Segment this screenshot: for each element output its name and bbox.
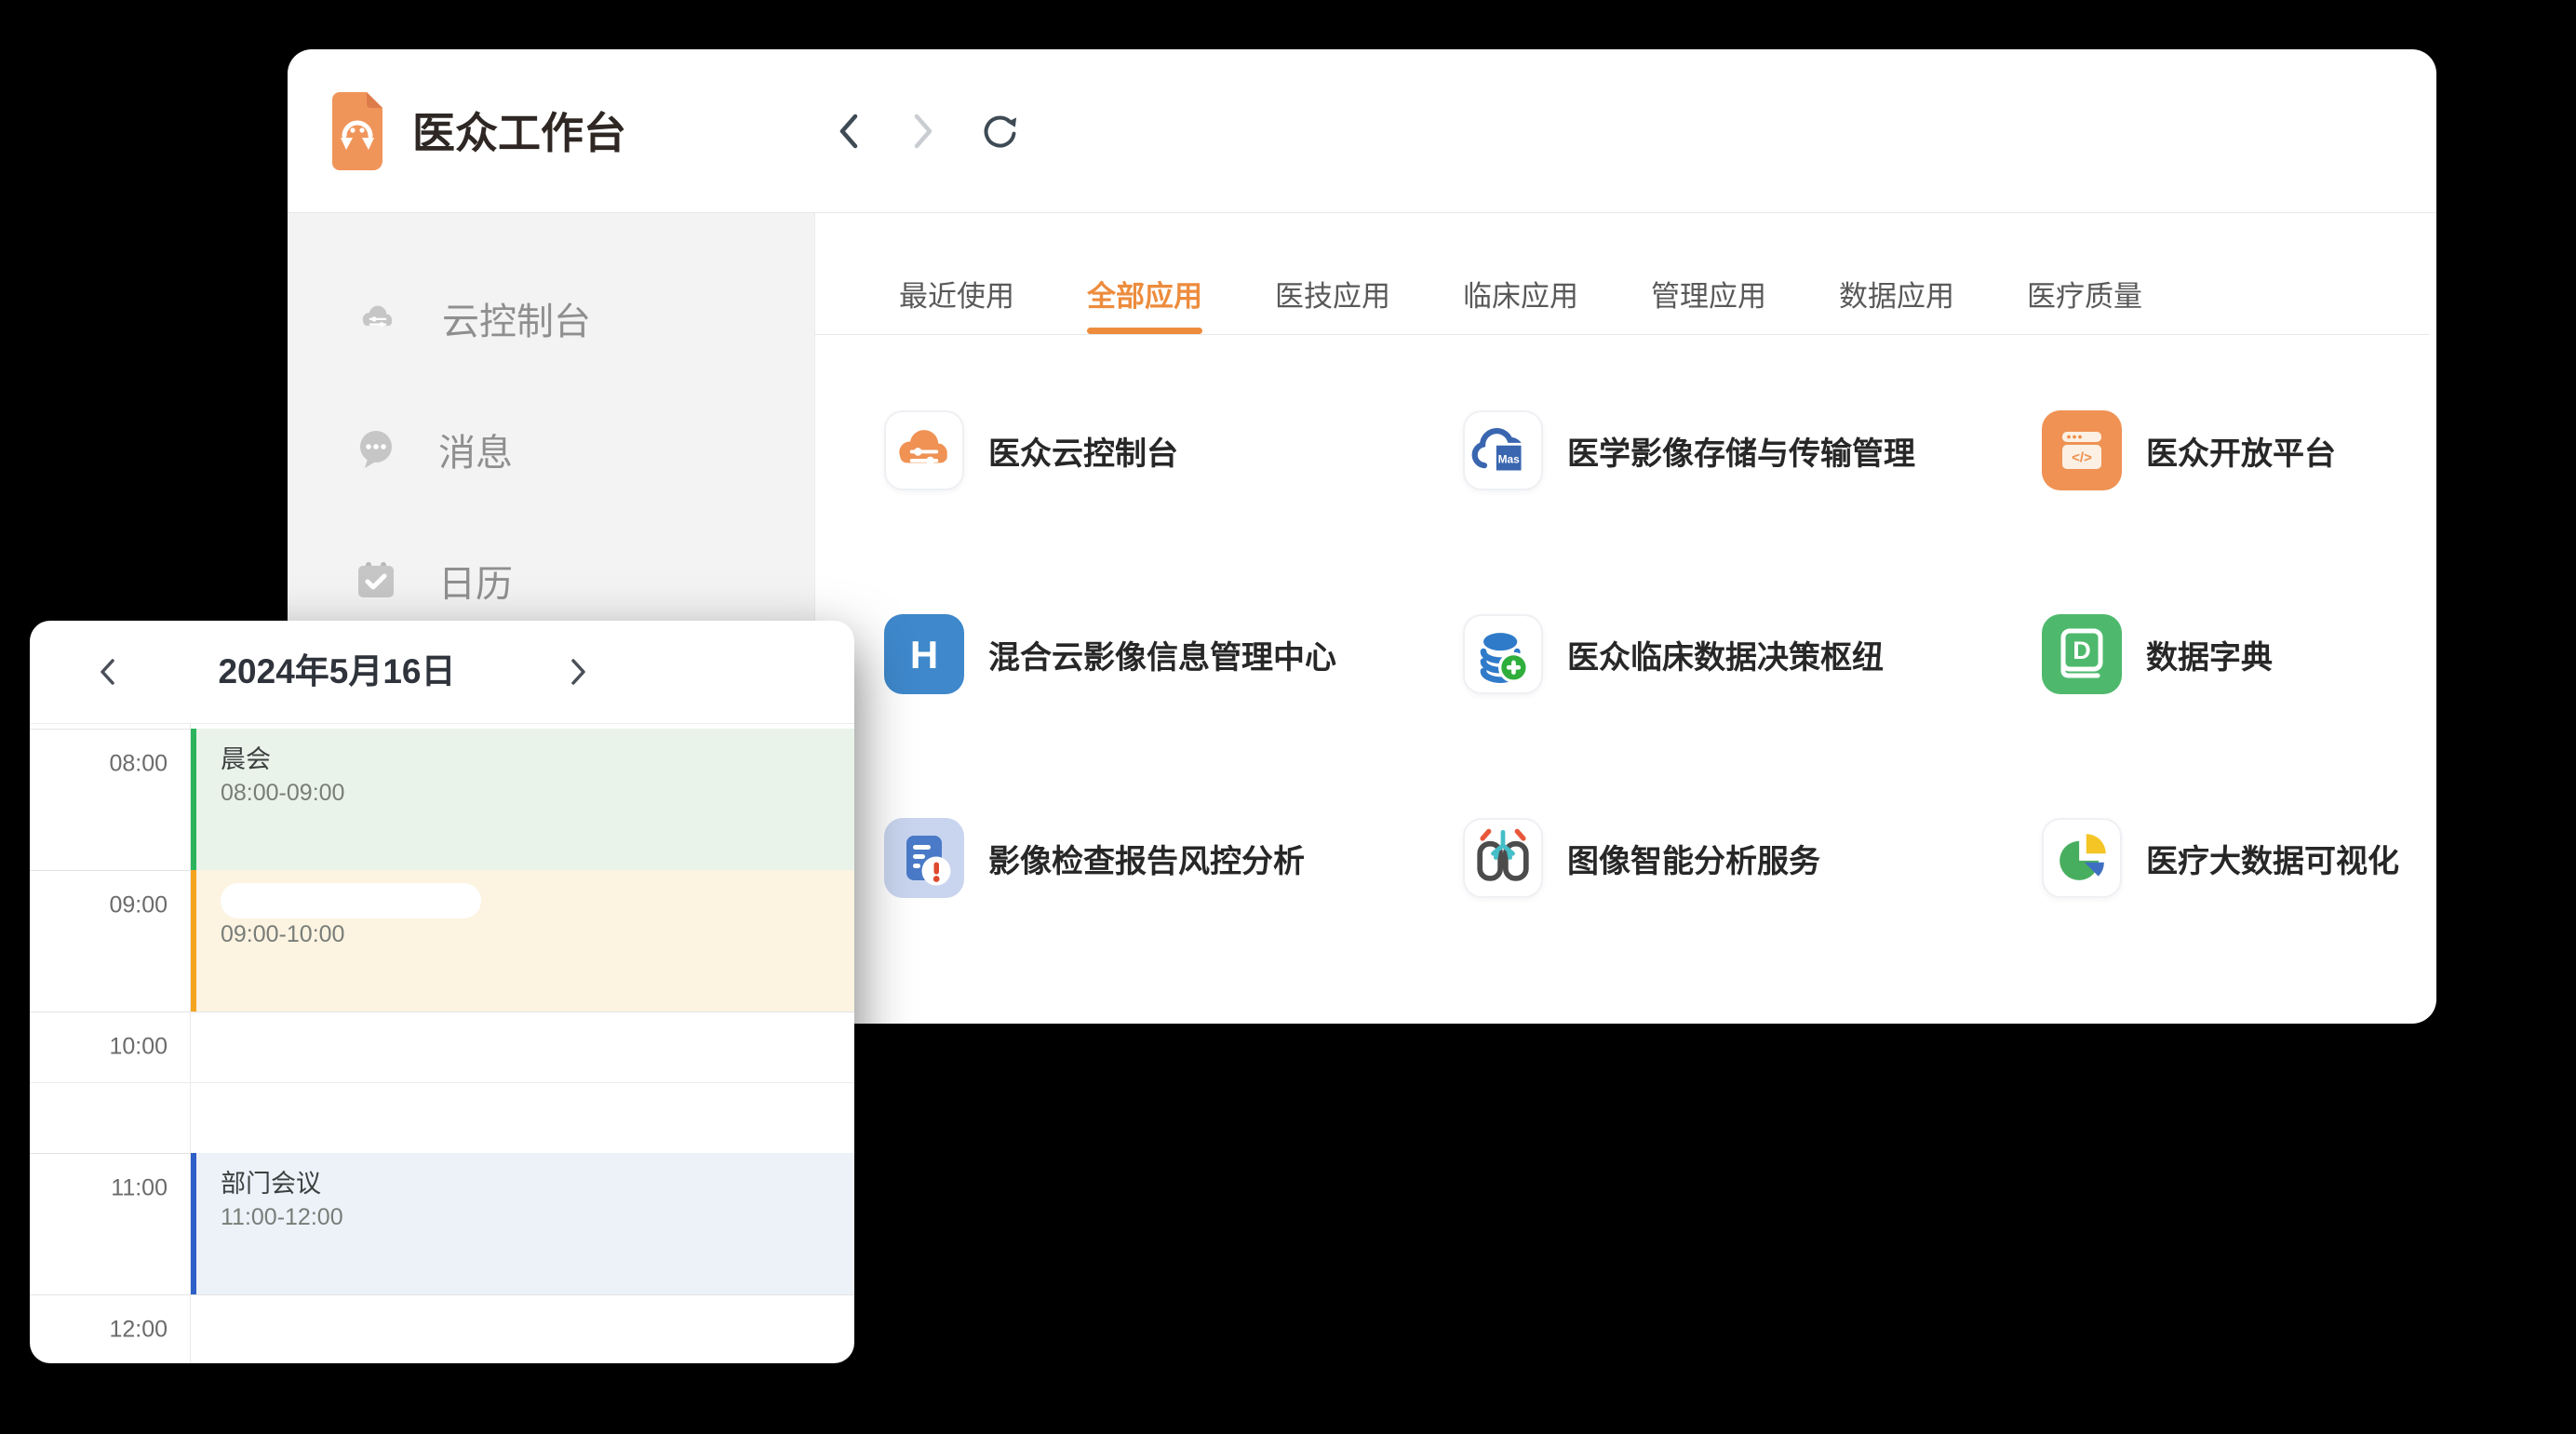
calendar-event-unnamed[interactable]: 09:00-10:00: [191, 870, 854, 1012]
desktop-background: 医众工作台 云控制台: [0, 0, 2576, 1434]
refresh-button[interactable]: [978, 110, 1021, 153]
window-header: 医众工作台: [288, 49, 2436, 213]
app-item-hybrid-cloud-center[interactable]: H 混合云影像信息管理中心: [884, 614, 1336, 694]
message-bubble-icon: [355, 428, 397, 471]
event-time: 09:00-10:00: [221, 918, 344, 950]
event-title-redacted: [221, 883, 481, 918]
tab-data[interactable]: 数据应用: [1839, 273, 1954, 315]
calendar-next-day-button[interactable]: [557, 650, 600, 693]
cloud-storage-icon: Mas: [1463, 410, 1543, 490]
event-title: 部门会议: [221, 1168, 321, 1199]
svg-text:</>: </>: [2072, 450, 2092, 466]
calendar-header: 2024年5月16日: [30, 621, 854, 724]
calendar-panel: 2024年5月16日 08:00 09:00 10:00 11:00 12:00…: [30, 621, 854, 1363]
svg-text:H: H: [910, 633, 938, 677]
calendar-event-morning-meeting[interactable]: 晨会 08:00-09:00: [191, 729, 854, 870]
tab-management[interactable]: 管理应用: [1651, 273, 1766, 315]
chevron-right-icon: [917, 116, 930, 146]
active-tab-underline: [1087, 328, 1202, 334]
calendar-prev-day-button[interactable]: [86, 650, 128, 693]
tab-quality[interactable]: 医疗质量: [2027, 273, 2142, 315]
event-time: 08:00-09:00: [221, 777, 344, 809]
database-plus-icon: [1463, 614, 1543, 694]
tab-all-apps[interactable]: 全部应用: [1087, 273, 1202, 315]
tab-recent[interactable]: 最近使用: [899, 273, 1014, 315]
sidebar-item-messages[interactable]: 消息: [355, 423, 513, 476]
sidebar-item-calendar[interactable]: 日历: [355, 555, 513, 607]
sidebar-item-label: 日历: [438, 554, 513, 608]
cloud-console-icon: [355, 295, 401, 342]
refresh-icon: [978, 107, 1021, 155]
app-item-clinical-data-hub[interactable]: 医众临床数据决策枢纽: [1463, 614, 1884, 694]
app-item-image-storage[interactable]: Mas 医学影像存储与传输管理: [1463, 410, 1915, 490]
grid-line-half-hour: [30, 1082, 854, 1083]
app-category-tabs: 最近使用 全部应用 医技应用 临床应用 管理应用 数据应用 医疗质量: [899, 273, 2142, 315]
event-time: 11:00-12:00: [221, 1201, 343, 1233]
app-name: 图像智能分析服务: [1567, 836, 1820, 881]
lungs-icon: [1463, 818, 1543, 898]
time-label: 09:00: [30, 892, 168, 919]
report-alert-icon: [884, 818, 964, 898]
chevron-right-icon: [573, 661, 584, 683]
tab-medtech[interactable]: 医技应用: [1275, 273, 1390, 315]
window-title: 医众工作台: [412, 94, 626, 172]
svg-text:D: D: [2073, 637, 2091, 664]
calendar-day-grid: 08:00 09:00 10:00 11:00 12:00 晨会 08:00-0…: [30, 723, 854, 1363]
cloud-settings-icon: [884, 410, 964, 490]
app-name: 医疗大数据可视化: [2146, 836, 2399, 881]
grid-line: [30, 1294, 854, 1295]
back-button[interactable]: [827, 110, 870, 153]
app-item-big-data-visualization[interactable]: 医疗大数据可视化: [2042, 818, 2399, 898]
sidebar-item-cloud-console[interactable]: 云控制台: [355, 292, 591, 344]
calendar-date-label: 2024年5月16日: [141, 621, 532, 723]
app-name: 医众开放平台: [2146, 428, 2336, 474]
sidebar-item-label: 云控制台: [442, 291, 591, 345]
letter-h-icon: H: [884, 614, 964, 694]
time-label: 12:00: [30, 1317, 168, 1344]
calendar-check-icon: [355, 559, 397, 602]
tab-divider: [815, 334, 2429, 335]
time-label: 11:00: [30, 1175, 168, 1202]
calendar-event-department-meeting[interactable]: 部门会议 11:00-12:00: [191, 1153, 854, 1294]
tab-clinical[interactable]: 临床应用: [1463, 273, 1578, 315]
app-name: 数据字典: [2146, 632, 2273, 677]
forward-button[interactable]: [902, 110, 945, 153]
time-label: 10:00: [30, 1034, 168, 1061]
app-name: 医众临床数据决策枢纽: [1567, 632, 1884, 677]
dictionary-book-icon: D: [2042, 614, 2122, 694]
chevron-left-icon: [102, 661, 113, 683]
svg-text:Mas: Mas: [1498, 452, 1521, 465]
app-item-open-platform[interactable]: </> 医众开放平台: [2042, 410, 2336, 490]
app-item-image-ai-analysis[interactable]: 图像智能分析服务: [1463, 818, 1820, 898]
app-name: 影像检查报告风控分析: [988, 836, 1305, 881]
app-name: 混合云影像信息管理中心: [988, 632, 1336, 677]
sidebar-item-label: 消息: [438, 422, 513, 476]
event-title: 晨会: [221, 744, 271, 775]
app-item-data-dictionary[interactable]: D 数据字典: [2042, 614, 2273, 694]
pie-chart-icon: [2042, 818, 2122, 898]
code-window-icon: </>: [2042, 410, 2122, 490]
time-label: 08:00: [30, 751, 168, 778]
app-logo-icon: [332, 92, 382, 175]
app-name: 医学影像存储与传输管理: [1567, 428, 1915, 474]
chevron-left-icon: [842, 116, 855, 146]
app-item-report-risk-analysis[interactable]: 影像检查报告风控分析: [884, 818, 1305, 898]
app-item-cloud-console[interactable]: 医众云控制台: [884, 410, 1178, 490]
app-name: 医众云控制台: [988, 428, 1178, 474]
